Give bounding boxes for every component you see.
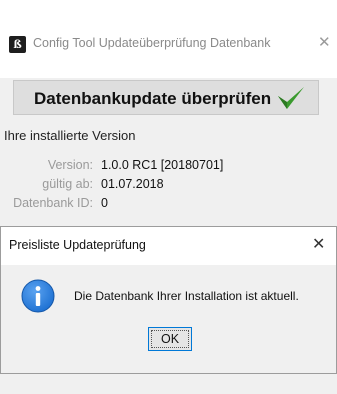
version-value: 1.0.0 RC1 [20180701] — [101, 158, 224, 172]
dialog-close-button[interactable]: ✕ — [312, 234, 325, 253]
database-id-label: Datenbank ID: — [13, 196, 93, 210]
check-database-update-button[interactable]: Datenbankupdate überprüfen — [13, 80, 319, 115]
dialog-body: Die Datenbank Ihrer Installation ist akt… — [1, 265, 336, 373]
message-dialog: Preisliste Updateprüfung ✕ Die Datenbank… — [0, 226, 337, 374]
window-title: Config Tool Updateüberprüfung Datenbank — [33, 36, 271, 50]
dialog-title: Preisliste Updateprüfung — [9, 238, 146, 252]
green-checkmark-icon — [278, 87, 304, 109]
valid-from-label: gültig ab: — [42, 177, 93, 191]
app-icon: ß — [9, 36, 26, 53]
database-id-value: 0 — [101, 196, 108, 210]
information-icon — [21, 279, 55, 313]
title-bar: ß Config Tool Updateüberprüfung Datenban… — [0, 0, 337, 78]
check-button-label: Datenbankupdate überprüfen — [34, 89, 272, 108]
window-close-button[interactable]: ✕ — [318, 33, 331, 51]
valid-from-value: 01.07.2018 — [101, 177, 164, 191]
installed-version-heading: Ihre installierte Version — [4, 128, 136, 143]
version-label: Version: — [47, 158, 93, 172]
dialog-message: Die Datenbank Ihrer Installation ist akt… — [74, 289, 299, 303]
ok-button[interactable]: OK — [148, 327, 192, 351]
